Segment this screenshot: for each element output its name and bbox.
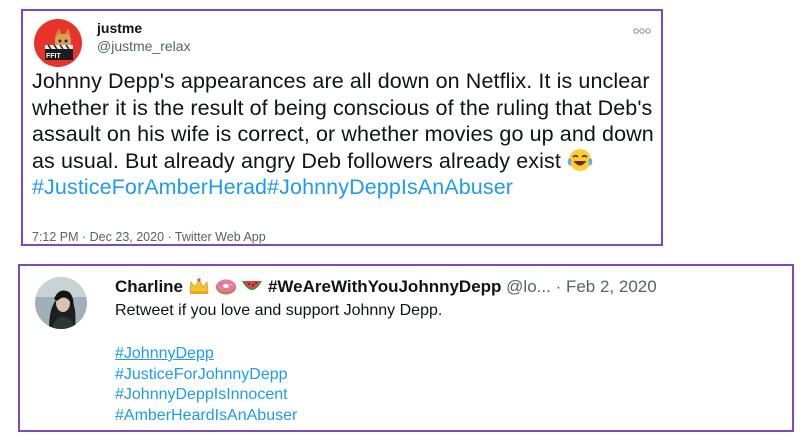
cat-logo-icon: FFIT xyxy=(31,16,85,70)
face-with-tears-of-joy-emoji xyxy=(567,148,593,172)
profile-photo-icon xyxy=(35,277,87,329)
hashtag-link[interactable]: #JusticeForJohnnyDepp xyxy=(115,365,297,386)
more-options-icon[interactable] xyxy=(632,22,652,34)
user-handle[interactable]: @lo... xyxy=(506,277,551,296)
watermelon-icon xyxy=(241,277,263,300)
tweet-body-text: Johnny Depp's appearances are all down o… xyxy=(32,69,654,173)
display-hashtag[interactable]: #WeAreWithYouJohnnyDepp xyxy=(268,277,501,296)
avatar[interactable] xyxy=(35,277,87,329)
tweet-date[interactable]: · Feb 2, 2020 xyxy=(556,277,657,296)
hashtag-link[interactable]: #JohnnyDeppIsInnocent xyxy=(115,385,297,406)
avatar-text: FFIT xyxy=(46,53,61,60)
tweet-timestamp[interactable]: 7:12 PM · Dec 23, 2020 · Twitter Web App xyxy=(32,230,266,244)
donut-icon xyxy=(215,277,237,300)
tweet-card-1[interactable]: FFIT justme @justme_relax Johnny Depp's … xyxy=(21,9,663,246)
hashtag-link[interactable]: #AmberHeardIsAnAbuser xyxy=(115,406,297,427)
display-name[interactable]: Charline xyxy=(115,277,183,296)
hashtag-list: #JohnnyDepp #JusticeForJohnnyDepp #Johnn… xyxy=(115,344,297,426)
tweet-body-text: Retweet if you love and support Johnny D… xyxy=(115,302,443,319)
hashtag-link[interactable]: #JohnnyDepp xyxy=(115,344,297,365)
crown-icon xyxy=(188,277,210,300)
user-handle[interactable]: @justme_relax xyxy=(97,38,191,54)
tweet-text: Johnny Depp's appearances are all down o… xyxy=(32,68,657,201)
display-name[interactable]: justme xyxy=(97,20,142,36)
avatar[interactable]: FFIT xyxy=(31,16,85,70)
hashtag-links[interactable]: #JusticeForAmberHerad#JohnnyDeppIsAnAbus… xyxy=(32,175,513,199)
tweet-card-2[interactable]: Charline #WeAreWithYouJohnnyDepp @lo... … xyxy=(18,264,794,432)
tweet-header: Charline #WeAreWithYouJohnnyDepp @lo... … xyxy=(115,277,657,300)
